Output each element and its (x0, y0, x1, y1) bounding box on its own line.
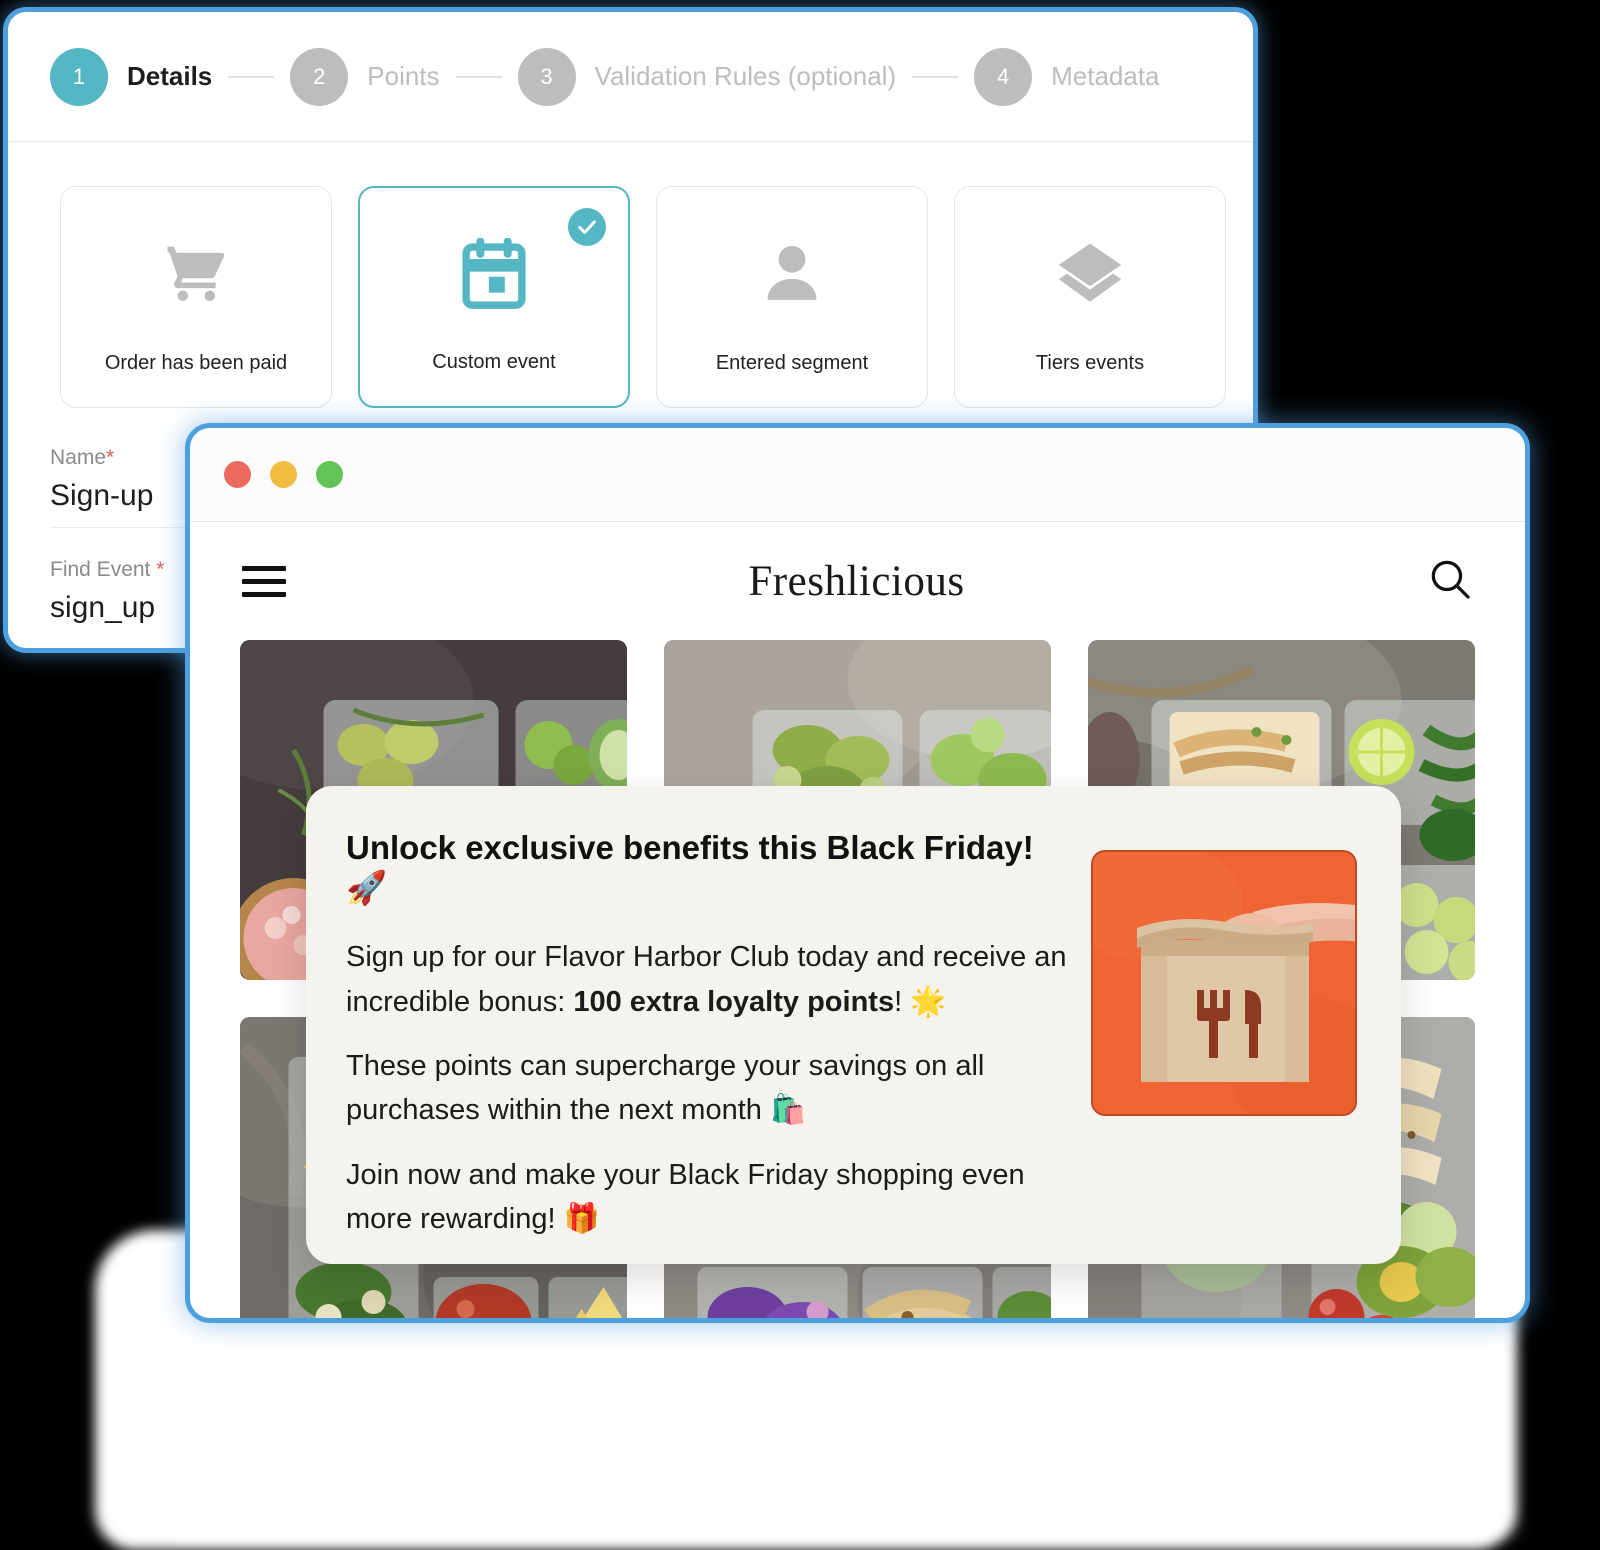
event-card-label: Entered segment (715, 352, 869, 374)
wizard-step-1[interactable]: 1 Details (50, 47, 213, 106)
step-connector (228, 75, 275, 78)
storefront-header: Freshlicious (190, 522, 1525, 640)
step-connector (455, 75, 502, 78)
browser-titlebar (190, 428, 1525, 522)
step-connector (912, 75, 959, 78)
event-card-tiers-events[interactable]: Tiers events (954, 186, 1226, 408)
step-number-badge: 3 (517, 47, 576, 106)
promo-modal-paragraph-3: Join now and make your Black Friday shop… (346, 1158, 1025, 1235)
field-label-text: Find Event (50, 558, 151, 581)
promo-modal-image-wrap (1091, 828, 1357, 1264)
layers-icon (955, 237, 1225, 309)
step-label: Metadata (1051, 61, 1160, 91)
required-marker: * (106, 446, 115, 469)
promo-modal-paragraph-2: These points can supercharge your saving… (346, 1049, 985, 1127)
person-icon (657, 237, 927, 309)
hamburger-menu-icon[interactable] (242, 565, 286, 597)
wizard-step-4[interactable]: 4 Metadata (974, 47, 1160, 106)
promo-modal-title: Unlock exclusive benefits this Black Fri… (346, 829, 1034, 906)
shopping-cart-icon (61, 237, 331, 309)
required-marker: * (156, 558, 165, 581)
field-label-text: Name (50, 446, 107, 469)
site-brand-title: Freshlicious (748, 557, 965, 605)
step-number-badge: 4 (974, 47, 1033, 106)
event-card-entered-segment[interactable]: Entered segment (656, 186, 928, 408)
maximize-window-button[interactable] (316, 461, 343, 488)
wizard-stepper: 1 Details 2 Points 3 Validation Rules (o… (8, 12, 1253, 142)
paragraph-segment: ! 🌟 (894, 985, 947, 1018)
step-label: Validation Rules (optional) (594, 61, 897, 91)
close-window-button[interactable] (224, 461, 251, 488)
event-card-label: Order has been paid (104, 352, 288, 374)
step-number-badge: 2 (290, 47, 349, 106)
event-card-order-has-been-paid[interactable]: Order has been paid (60, 186, 332, 408)
event-card-custom-event[interactable]: Custom event (358, 186, 630, 408)
background-glow-inner (180, 1290, 1510, 1530)
promo-modal: Unlock exclusive benefits this Black Fri… (306, 786, 1401, 1264)
takeout-bag-photo (1091, 850, 1357, 1116)
step-number-badge: 1 (50, 47, 108, 106)
wizard-step-3[interactable]: 3 Validation Rules (optional) (517, 47, 897, 106)
event-card-label: Tiers events (1035, 352, 1145, 374)
step-label: Details (127, 61, 213, 91)
paragraph-segment-bold: 100 extra loyalty points (573, 985, 895, 1018)
wizard-step-2[interactable]: 2 Points (290, 47, 440, 106)
minimize-window-button[interactable] (270, 461, 297, 488)
calendar-icon (360, 238, 628, 312)
event-type-card-list: Order has been paid Custom event Entered… (8, 142, 1253, 408)
step-label: Points (367, 61, 440, 91)
promo-modal-text: Unlock exclusive benefits this Black Fri… (346, 828, 1091, 1264)
promo-modal-paragraph-1: Sign up for our Flavor Harbor Club today… (346, 935, 1075, 1024)
event-card-label: Custom event (432, 351, 556, 373)
search-icon[interactable] (1427, 556, 1473, 607)
